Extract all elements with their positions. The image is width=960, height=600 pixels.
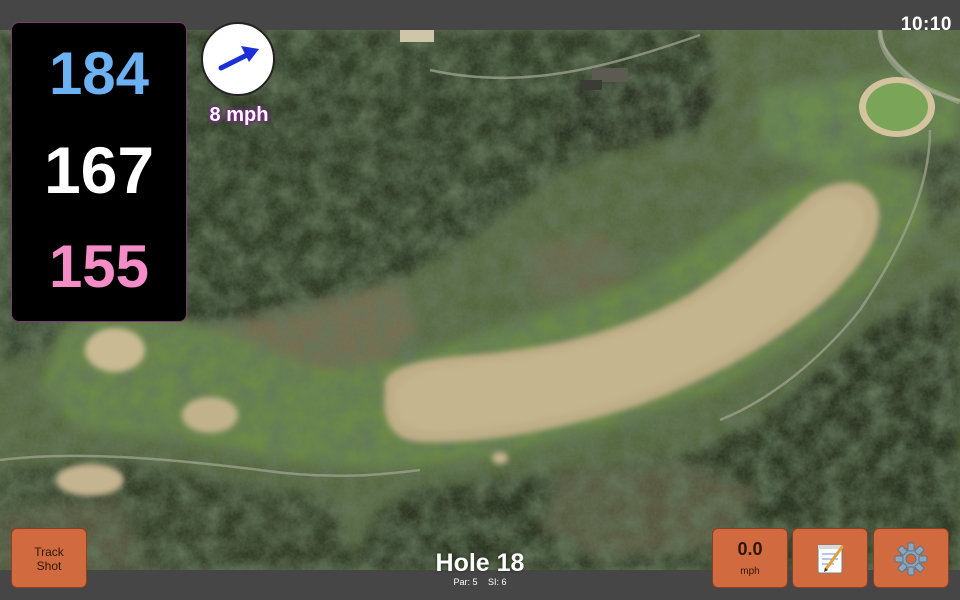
stroke-index-label: SI: 6 [488,577,507,587]
settings-button[interactable] [873,528,949,588]
speed-button[interactable]: 0.0 mph [712,528,788,588]
distance-panel: 184 167 155 [11,22,187,322]
arrow-icon [218,46,259,71]
speed-unit: mph [740,566,760,577]
notepad-icon [817,544,844,574]
wind-speed: 8 mph [209,104,269,126]
golf-gps-screen: 10:10 184 167 155 8 mph Track Shot Hole … [0,0,960,600]
back-distance: 184 [48,40,150,107]
wind-compass [201,22,275,96]
front-distance: 155 [48,233,150,300]
track-shot-line1: Track [34,545,64,559]
hole-details: Par: 5 SI: 6 [380,577,580,587]
track-shot-button[interactable]: Track Shot [11,528,87,588]
center-distance: 167 [43,133,155,207]
par-label: Par: 5 [453,577,478,587]
gear-icon [894,542,928,576]
track-shot-line2: Shot [36,559,62,573]
hole-title: Hole 18 [435,549,525,577]
track-shot-label: Track Shot [12,545,86,573]
notes-button[interactable] [792,528,868,588]
speed-value: 0.0 [737,539,763,559]
